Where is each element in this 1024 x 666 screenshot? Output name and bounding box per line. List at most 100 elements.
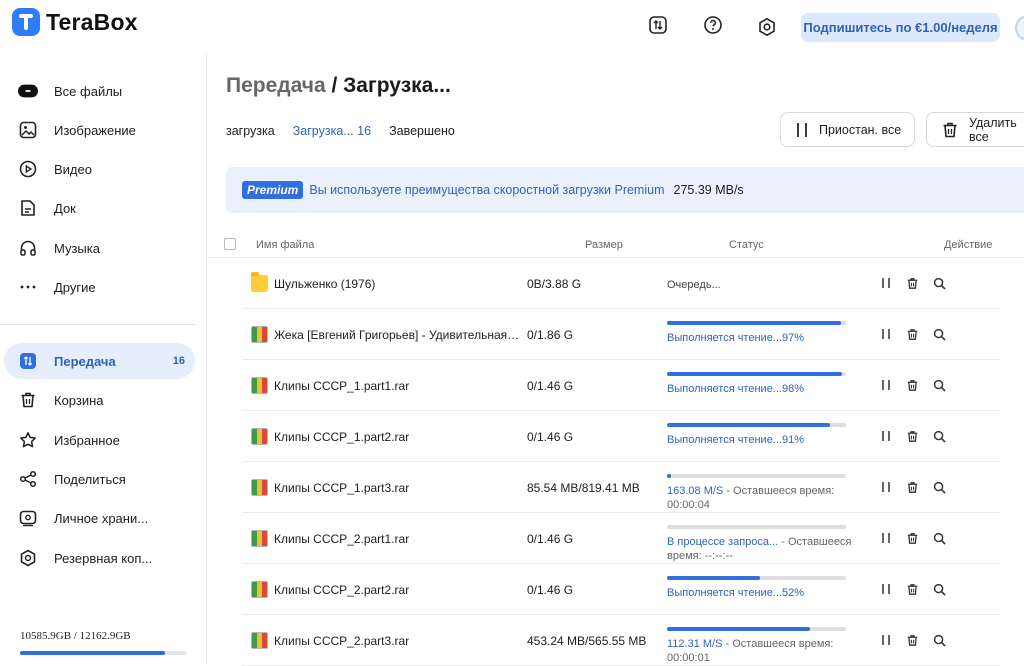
sidebar-item-transfer[interactable]: Передача 16 xyxy=(4,343,195,379)
table-row[interactable]: Шульженко (1976) 0B/3.88 G Очередь... xyxy=(208,258,1024,309)
headphones-icon xyxy=(18,238,38,258)
file-name: Клипы СССР_1.part1.rar xyxy=(274,379,410,393)
table-header: Имя файла Размер Статус Действие xyxy=(208,232,1024,258)
sidebar-item-label: Передача xyxy=(54,353,116,369)
progress-fill xyxy=(667,321,841,325)
archive-file-icon xyxy=(251,632,268,649)
delete-icon[interactable] xyxy=(905,480,919,494)
backup-icon xyxy=(18,548,38,568)
sidebar-item-music[interactable]: Музыка xyxy=(4,230,195,266)
sidebar-item-images[interactable]: Изображение xyxy=(4,112,195,148)
table-row[interactable]: Клипы СССР_2.part3.rar 453.24 MB/565.55 … xyxy=(208,615,1024,666)
pause-all-label: Приостан. все xyxy=(819,122,902,137)
tab-completed[interactable]: Завершено xyxy=(389,124,455,138)
sidebar-item-docs[interactable]: Док xyxy=(4,190,195,226)
locate-file-icon[interactable] xyxy=(932,531,946,545)
locate-file-icon[interactable] xyxy=(932,582,946,596)
pause-icon[interactable] xyxy=(879,276,893,290)
share-icon xyxy=(18,469,38,489)
sidebar-item-video[interactable]: Видео xyxy=(4,151,195,187)
delete-all-button[interactable]: Удалить все xyxy=(926,112,1024,147)
sidebar-item-label: Все файлы xyxy=(54,83,123,99)
tab-downloading[interactable]: Загрузка... 16 xyxy=(293,124,371,138)
sidebar-item-trash[interactable]: Корзина xyxy=(4,382,195,418)
sidebar-item-other[interactable]: Другие xyxy=(4,269,195,305)
status-area: Выполняется чтение...98% xyxy=(667,372,872,396)
delete-icon[interactable] xyxy=(905,276,919,290)
table-row[interactable]: Клипы СССР_2.part2.rar 0/1.46 G Выполняе… xyxy=(208,564,1024,615)
avatar[interactable] xyxy=(1015,15,1024,41)
progress-bar xyxy=(667,423,846,427)
locate-file-icon[interactable] xyxy=(932,276,946,290)
sidebar-item-share[interactable]: Поделиться xyxy=(4,461,195,497)
file-size: 0/1.46 G xyxy=(527,379,574,393)
sidebar-item-label: Поделиться xyxy=(54,471,126,487)
sidebar-item-label: Музыка xyxy=(54,240,100,256)
locate-file-icon[interactable] xyxy=(932,633,946,647)
premium-badge: Premium xyxy=(242,181,304,199)
file-size: 0/1.46 G xyxy=(527,430,574,444)
pause-icon[interactable] xyxy=(879,531,893,545)
tab-upload[interactable]: загрузка xyxy=(226,124,275,138)
delete-icon[interactable] xyxy=(905,582,919,596)
progress-bar xyxy=(667,576,846,580)
delete-icon[interactable] xyxy=(905,429,919,443)
sidebar-item-backup[interactable]: Резервная коп... xyxy=(4,540,195,576)
table-row[interactable]: Жека [Евгений Григорьев] - Удивительная … xyxy=(208,309,1024,360)
pause-icon[interactable] xyxy=(879,429,893,443)
file-name: Шульженко (1976) xyxy=(274,277,376,291)
breadcrumb-transfer[interactable]: Передача xyxy=(226,74,326,97)
transfer-icon[interactable] xyxy=(648,15,668,35)
delete-icon[interactable] xyxy=(905,327,919,341)
locate-file-icon[interactable] xyxy=(932,480,946,494)
archive-file-icon xyxy=(251,326,268,343)
status-text: 163.08 M/S - Оставшееся время: 00:00:04 xyxy=(667,484,872,512)
table-row[interactable]: Клипы СССР_1.part3.rar 85.54 MB/819.41 M… xyxy=(208,462,1024,513)
star-icon xyxy=(18,430,38,450)
pause-icon[interactable] xyxy=(879,582,893,596)
select-all-checkbox[interactable] xyxy=(224,238,236,250)
pause-icon[interactable] xyxy=(879,480,893,494)
sidebar-item-label: Другие xyxy=(54,279,96,295)
pause-icon[interactable] xyxy=(879,633,893,647)
progress-bar xyxy=(667,372,846,376)
progress-bar xyxy=(667,474,846,478)
sidebar-item-all-files[interactable]: Все файлы xyxy=(4,73,195,109)
settings-icon[interactable] xyxy=(757,17,777,37)
file-size: 85.54 MB/819.41 MB xyxy=(527,481,640,495)
table-row[interactable]: Клипы СССР_1.part2.rar 0/1.46 G Выполняе… xyxy=(208,411,1024,462)
file-size: 0/1.86 G xyxy=(527,328,574,342)
progress-bar xyxy=(667,627,846,631)
status-text: Выполняется чтение...52% xyxy=(667,586,872,600)
pause-icon[interactable] xyxy=(879,378,893,392)
delete-icon[interactable] xyxy=(905,633,919,647)
storage-usage-fill xyxy=(20,651,166,655)
delete-icon[interactable] xyxy=(905,531,919,545)
file-size: 0B/3.88 G xyxy=(527,277,582,291)
premium-banner: Premium Вы используете преимущества скор… xyxy=(226,167,1024,213)
sidebar-item-personal-vault[interactable]: Личное храни... xyxy=(4,500,195,536)
table-row[interactable]: Клипы СССР_1.part1.rar 0/1.46 G Выполняе… xyxy=(208,360,1024,411)
locate-file-icon[interactable] xyxy=(932,327,946,341)
breadcrumb-current: Загрузка... xyxy=(343,74,451,97)
progress-fill xyxy=(667,576,761,580)
delete-icon[interactable] xyxy=(905,378,919,392)
transfer-count-badge: 16 xyxy=(172,355,185,367)
sidebar: Все файлы Изображение Видео Док Музыка Д… xyxy=(0,54,207,662)
subscribe-button[interactable]: Подпишитесь по €1.00/неделя xyxy=(801,13,1000,42)
table-row[interactable]: Клипы СССР_2.part1.rar 0/1.46 G В процес… xyxy=(208,513,1024,564)
archive-file-icon xyxy=(251,428,268,445)
locate-file-icon[interactable] xyxy=(932,429,946,443)
app-logo[interactable]: TeraBox xyxy=(12,8,138,36)
sidebar-item-favorites[interactable]: Избранное xyxy=(4,422,195,458)
pause-all-button[interactable]: Приостан. все xyxy=(780,112,915,147)
status-area: Выполняется чтение...52% xyxy=(667,576,872,600)
locate-file-icon[interactable] xyxy=(932,378,946,392)
sidebar-divider xyxy=(0,324,195,325)
pause-icon[interactable] xyxy=(879,327,893,341)
video-icon xyxy=(18,159,38,179)
status-text: В процессе запроса... - Оставшееся время… xyxy=(667,535,872,563)
pause-icon xyxy=(795,122,809,138)
storage-usage-bar xyxy=(20,651,187,655)
help-icon[interactable] xyxy=(703,15,723,35)
